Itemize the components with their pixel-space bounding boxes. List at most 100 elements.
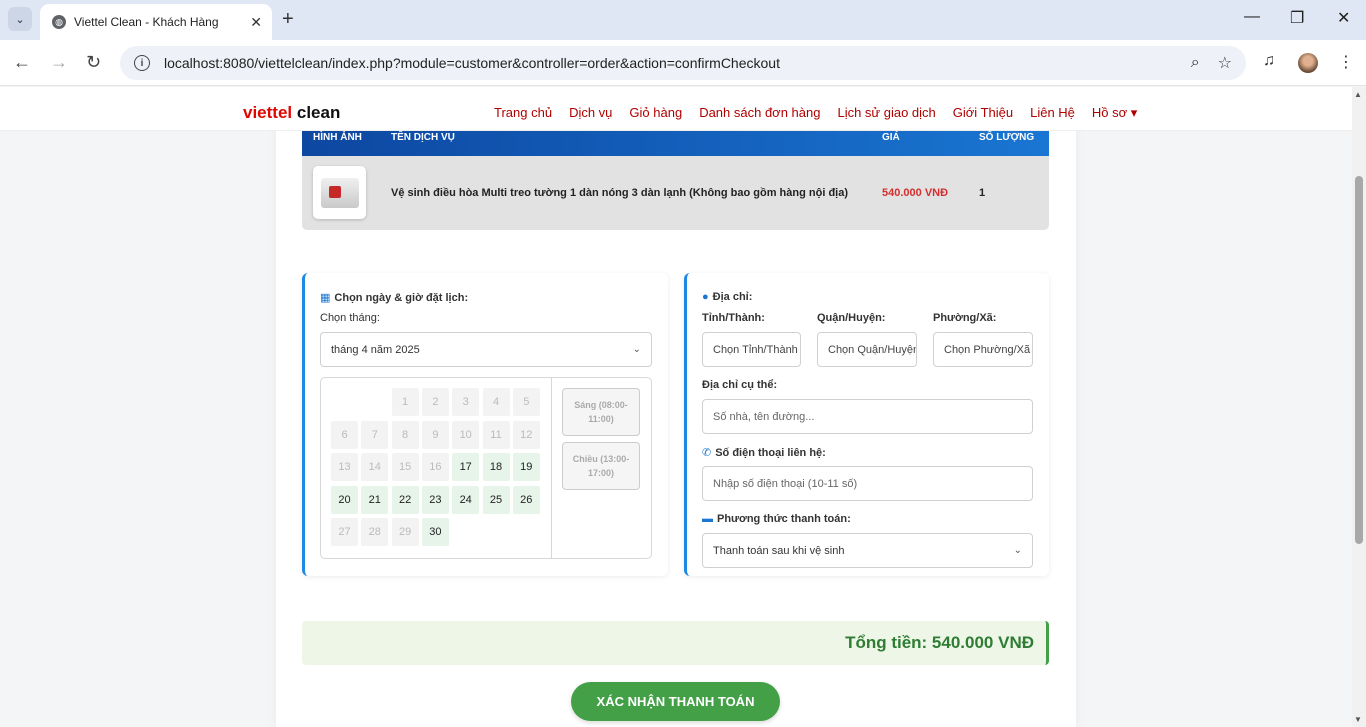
address-bar: ← → ↻ i localhost:8080/viettelclean/inde… bbox=[0, 40, 1366, 86]
calendar-day[interactable]: 21 bbox=[361, 485, 389, 514]
chevron-down-icon: ⌄ bbox=[632, 344, 641, 355]
address-panel: ● Địa chỉ: Tỉnh/Thành: Quận/Huyện: Phường… bbox=[684, 273, 1049, 576]
menu-orders[interactable]: Danh sách đơn hàng bbox=[699, 105, 820, 121]
ward-label: Phường/Xã: bbox=[933, 312, 997, 324]
month-label: Chọn tháng: bbox=[320, 312, 380, 324]
calendar-day: 10 bbox=[452, 420, 480, 449]
menu-history[interactable]: Lịch sử giao dịch bbox=[837, 105, 935, 121]
menu-services[interactable]: Dịch vụ bbox=[569, 105, 612, 121]
tab-title: Viettel Clean - Khách Hàng bbox=[74, 15, 219, 29]
address-title: ● Địa chỉ: bbox=[702, 291, 753, 303]
calendar-day: 29 bbox=[391, 518, 419, 546]
scrollbar-thumb[interactable] bbox=[1355, 176, 1363, 544]
slot-afternoon[interactable]: Chiều (13:00-17:00) bbox=[562, 442, 640, 490]
payment-select[interactable]: Thanh toán sau khi vệ sinh ⌄ bbox=[702, 533, 1033, 568]
globe-icon: ◍ bbox=[52, 15, 66, 29]
schedule-title: ▦ Chọn ngày & giờ đặt lịch: bbox=[320, 292, 469, 304]
forward-icon[interactable]: → bbox=[50, 52, 68, 72]
calendar-day: 2 bbox=[421, 388, 449, 416]
col-name: TÊN DỊCH VỤ bbox=[391, 132, 455, 143]
scroll-up-icon[interactable]: ▲ bbox=[1354, 90, 1362, 99]
month-select[interactable]: tháng 4 năm 2025 ⌄ bbox=[320, 332, 652, 367]
calendar-day: 3 bbox=[452, 388, 480, 416]
map-pin-icon: ● bbox=[702, 291, 709, 303]
total-box: Tổng tiền: 540.000 VNĐ bbox=[302, 621, 1049, 665]
menu-profile-dropdown[interactable]: Hồ sơ ▾ bbox=[1092, 105, 1137, 121]
calendar-day[interactable]: 26 bbox=[512, 485, 540, 514]
calendar-day: 7 bbox=[361, 420, 389, 449]
main-menu: Trang chủ Dịch vụ Giỏ hàng Danh sách đơn… bbox=[494, 105, 1154, 121]
media-control-icon[interactable]: ♫ bbox=[1263, 52, 1275, 70]
street-label: Địa chỉ cụ thể: bbox=[702, 379, 778, 391]
tab-close-icon[interactable]: ✕ bbox=[250, 14, 262, 31]
calendar-day[interactable]: 24 bbox=[452, 485, 480, 514]
menu-contact[interactable]: Liên Hệ bbox=[1030, 105, 1075, 121]
calendar-day[interactable]: 25 bbox=[482, 485, 510, 514]
calendar: 1 2 3 4 5 6 7 8 9 10 11 12 13 14 15 16 17 18 19 20 21 22 23 24 2… bbox=[320, 377, 652, 559]
scroll-down-icon[interactable]: ▼ bbox=[1354, 715, 1362, 724]
url-text[interactable]: localhost:8080/viettelclean/index.php?mo… bbox=[164, 55, 1173, 71]
calendar-day: 13 bbox=[331, 453, 358, 481]
profile-avatar[interactable] bbox=[1298, 53, 1318, 73]
tab-search-icon[interactable]: ⌄ bbox=[8, 7, 32, 31]
calendar-day: 11 bbox=[482, 420, 510, 449]
street-input[interactable]: Số nhà, tên đường... bbox=[702, 399, 1033, 434]
slot-morning[interactable]: Sáng (08:00-11:00) bbox=[562, 388, 640, 436]
calendar-day: 9 bbox=[421, 420, 449, 449]
back-icon[interactable]: ← bbox=[13, 52, 31, 72]
calendar-day: 8 bbox=[391, 420, 419, 449]
col-qty: SỐ LƯỢNG bbox=[979, 132, 1035, 143]
calendar-day: 5 bbox=[512, 388, 540, 416]
phone-input[interactable]: Nhập số điện thoại (10-11 số) bbox=[702, 466, 1033, 501]
calendar-day: 15 bbox=[391, 453, 419, 481]
province-select[interactable]: Chọn Tỉnh/Thành bbox=[702, 332, 801, 367]
calendar-day[interactable]: 18 bbox=[482, 453, 510, 481]
window-close-icon[interactable]: ✕ bbox=[1337, 8, 1350, 28]
phone-label: ✆ Số điện thoại liên hệ: bbox=[702, 447, 826, 459]
table-row: Vệ sinh điều hòa Multi treo tường 1 dàn … bbox=[302, 156, 1049, 230]
ward-select[interactable]: Chọn Phường/Xã bbox=[933, 332, 1033, 367]
menu-about[interactable]: Giới Thiệu bbox=[953, 105, 1013, 121]
schedule-panel: ▦ Chọn ngày & giờ đặt lịch: Chọn tháng: t… bbox=[302, 273, 668, 576]
site-navbar: viettel clean Trang chủ Dịch vụ Giỏ hàng… bbox=[0, 87, 1352, 131]
calendar-day[interactable]: 30 bbox=[421, 518, 449, 546]
omnibox[interactable]: i localhost:8080/viettelclean/index.php?… bbox=[120, 46, 1246, 80]
province-label: Tỉnh/Thành: bbox=[702, 312, 765, 324]
browser-tab[interactable]: ◍ Viettel Clean - Khách Hàng ✕ bbox=[40, 4, 272, 40]
menu-kebab-icon[interactable]: ⋮ bbox=[1338, 52, 1354, 72]
calendar-day: 16 bbox=[421, 453, 449, 481]
service-image bbox=[313, 166, 366, 219]
air-conditioner-icon bbox=[320, 177, 359, 208]
page-viewport: viettel clean Trang chủ Dịch vụ Giỏ hàng… bbox=[0, 87, 1352, 727]
new-tab-icon[interactable]: + bbox=[282, 8, 294, 30]
restore-icon[interactable]: ❐ bbox=[1290, 8, 1304, 28]
minimize-icon[interactable]: — bbox=[1244, 8, 1260, 26]
col-price: GIÁ bbox=[882, 132, 900, 143]
col-image: HÌNH ẢNH bbox=[313, 132, 362, 143]
calendar-day[interactable]: 19 bbox=[512, 453, 540, 481]
calendar-day[interactable]: 22 bbox=[391, 485, 419, 514]
calendar-day: 1 bbox=[391, 388, 419, 416]
chevron-down-icon: ⌄ bbox=[1013, 545, 1022, 556]
district-select[interactable]: Chọn Quận/Huyện bbox=[817, 332, 917, 367]
confirm-payment-button[interactable]: XÁC NHẬN THANH TOÁN bbox=[571, 682, 780, 721]
menu-home[interactable]: Trang chủ bbox=[494, 105, 552, 121]
reload-icon[interactable]: ↻ bbox=[86, 52, 101, 72]
service-table-header: HÌNH ẢNH TÊN DỊCH VỤ GIÁ SỐ LƯỢNG bbox=[302, 131, 1049, 156]
calendar-day[interactable]: 23 bbox=[421, 485, 449, 514]
calendar-day: 4 bbox=[482, 388, 510, 416]
browser-tabbar: ⌄ ◍ Viettel Clean - Khách Hàng ✕ + — ❐ ✕ bbox=[0, 0, 1366, 40]
payment-label: ▬ Phương thức thanh toán: bbox=[702, 513, 851, 525]
calendar-day[interactable]: 20 bbox=[331, 485, 358, 514]
calendar-day: 28 bbox=[361, 518, 389, 546]
bookmark-star-icon[interactable]: ☆ bbox=[1218, 53, 1232, 73]
service-price: 540.000 VNĐ bbox=[882, 187, 949, 199]
zoom-icon[interactable]: ⌕ bbox=[1191, 54, 1200, 72]
calendar-icon: ▦ bbox=[320, 292, 331, 304]
menu-cart[interactable]: Giỏ hàng bbox=[629, 105, 682, 121]
site-info-icon[interactable]: i bbox=[134, 55, 150, 71]
calendar-day: 6 bbox=[331, 420, 358, 449]
brand-logo[interactable]: viettel clean bbox=[243, 103, 340, 123]
calendar-day[interactable]: 17 bbox=[452, 453, 480, 481]
service-name: Vệ sinh điều hòa Multi treo tường 1 dàn … bbox=[391, 187, 848, 199]
